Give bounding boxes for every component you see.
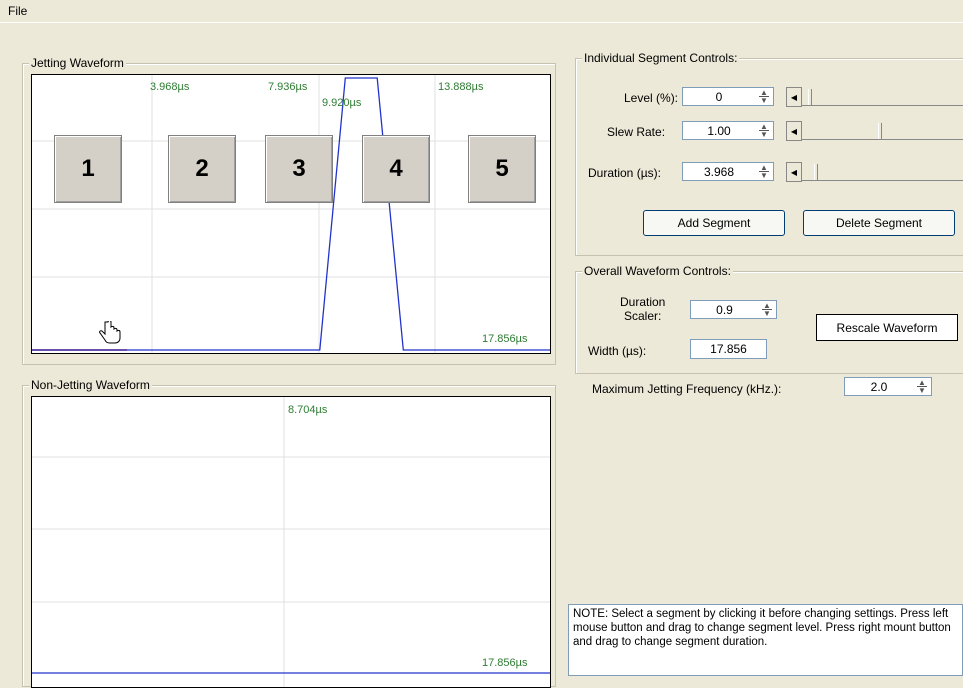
duration-scaler-label-line2: Scaler: — [624, 309, 662, 323]
time-label: 9.920µs — [322, 97, 362, 109]
duration-label: Duration (µs): — [588, 166, 661, 180]
slew-rate-label: Slew Rate: — [607, 125, 666, 139]
level-spinner[interactable]: ▲▼ — [682, 87, 774, 106]
segment-button-4[interactable]: 4 — [362, 135, 430, 203]
segment-button-3[interactable]: 3 — [265, 135, 333, 203]
end-time-label: 17.856µs — [482, 657, 528, 669]
time-label: 13.888µs — [438, 81, 484, 93]
slider-track — [802, 139, 963, 140]
level-label: Level (%): — [624, 91, 679, 105]
time-label: 3.968µs — [150, 81, 190, 93]
overall-controls-title: Overall Waveform Controls: — [582, 264, 733, 278]
slider-track — [802, 180, 963, 181]
spin-arrows-icon[interactable]: ▲ ▼ — [760, 302, 774, 318]
level-slider[interactable]: ◀ — [786, 87, 963, 107]
spin-arrows-icon[interactable]: ▲ ▼ — [915, 379, 929, 395]
duration-spinner[interactable]: ▲▼ — [682, 162, 774, 181]
slider-thumb[interactable] — [808, 89, 812, 105]
segment-button-2[interactable]: 2 — [168, 135, 236, 203]
slew-rate-slider[interactable]: ◀ — [786, 121, 963, 141]
segment-button-5[interactable]: 5 — [468, 135, 536, 203]
duration-input[interactable] — [683, 163, 755, 180]
slew-rate-input[interactable] — [683, 122, 755, 139]
duration-slider[interactable]: ◀ — [786, 162, 963, 182]
slider-track — [802, 105, 963, 106]
rescale-waveform-button[interactable]: Rescale Waveform — [816, 314, 958, 341]
note-box: NOTE: Select a segment by clicking it be… — [568, 604, 963, 676]
max-frequency-input[interactable] — [845, 378, 913, 395]
slider-left-arrow-icon[interactable]: ◀ — [786, 121, 802, 141]
time-label: 7.936µs — [268, 81, 308, 93]
duration-scaler-spinner[interactable]: ▲▼ — [690, 300, 777, 319]
slider-left-arrow-icon[interactable]: ◀ — [786, 87, 802, 107]
add-segment-button[interactable]: Add Segment — [643, 210, 785, 236]
slew-rate-spinner[interactable]: ▲▼ — [682, 121, 774, 140]
segment-button-1[interactable]: 1 — [54, 135, 122, 203]
segment-controls-title: Individual Segment Controls: — [582, 51, 740, 65]
jetting-waveform-title: Jetting Waveform — [29, 56, 126, 70]
end-time-label: 17.856µs — [482, 333, 528, 345]
duration-scaler-input[interactable] — [691, 301, 758, 318]
nonjetting-waveform-plot[interactable]: 8.704µs 17.856µs — [31, 396, 551, 688]
slider-thumb[interactable] — [878, 123, 882, 139]
menu-divider — [0, 22, 963, 23]
menu-bar: File — [0, 0, 963, 22]
max-frequency-spinner[interactable]: ▲▼ — [844, 377, 932, 396]
spin-arrows-icon[interactable]: ▲ ▼ — [757, 89, 771, 105]
level-input[interactable] — [683, 88, 755, 105]
duration-scaler-label-line1: Duration — [620, 295, 666, 309]
menu-file[interactable]: File — [8, 4, 27, 18]
hand-cursor-icon — [99, 321, 121, 344]
width-label: Width (µs): — [588, 344, 647, 358]
spin-arrows-icon[interactable]: ▲ ▼ — [757, 123, 771, 139]
jetting-waveform-line — [32, 77, 550, 351]
nonjetting-waveform-svg — [32, 397, 550, 687]
delete-segment-button[interactable]: Delete Segment — [803, 210, 955, 236]
spin-arrows-icon[interactable]: ▲ ▼ — [757, 164, 771, 180]
slider-thumb[interactable] — [814, 164, 818, 180]
max-frequency-label: Maximum Jetting Frequency (kHz.): — [592, 382, 782, 396]
nonjetting-waveform-title: Non-Jetting Waveform — [29, 378, 152, 392]
jetting-waveform-svg — [32, 75, 550, 353]
mid-time-label: 8.704µs — [288, 404, 328, 416]
jetting-waveform-plot[interactable]: 3.968µs 7.936µs 9.920µs 13.888µs 17.856µ… — [31, 74, 551, 354]
slider-left-arrow-icon[interactable]: ◀ — [786, 162, 802, 182]
width-value-box: 17.856 — [690, 339, 767, 359]
